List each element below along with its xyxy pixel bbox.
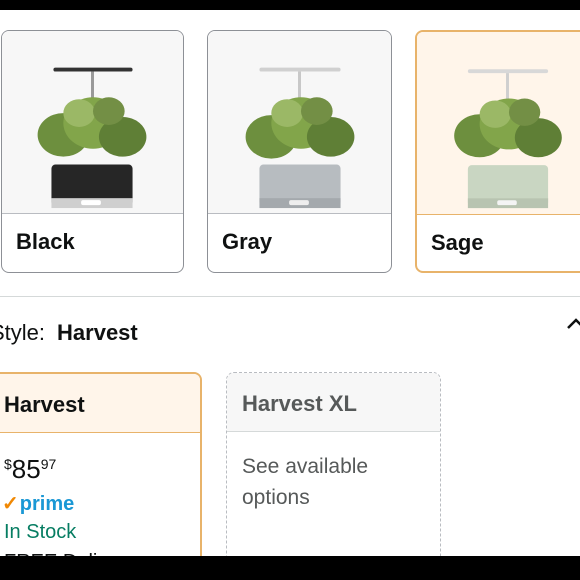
prime-label: prime [19, 493, 75, 515]
prime-badge: ✓prime [2, 491, 74, 516]
price-whole: 85 [11, 454, 41, 484]
swatch-label-gray: Gray [222, 229, 273, 254]
planter-gray-icon [245, 67, 355, 209]
style-selection-row: Style: Harvest [0, 320, 138, 346]
chevron-up-icon[interactable] [566, 314, 580, 334]
option-title: Harvest XL [242, 391, 357, 416]
style-key: Style: [0, 320, 46, 345]
price-fraction: 97 [40, 456, 57, 472]
swatch-black[interactable]: Black [1, 30, 184, 273]
swatch-sage[interactable]: Sage [415, 30, 580, 273]
swatch-label-sage: Sage [431, 230, 484, 255]
swatch-gray[interactable]: Gray [207, 30, 392, 273]
style-value: Harvest [57, 320, 138, 345]
price-symbol: $ [4, 456, 12, 472]
planter-sage-icon [454, 69, 562, 209]
planter-black-icon [37, 67, 147, 209]
price: $8597 [4, 454, 56, 485]
swatch-divider [2, 213, 183, 214]
swatch-divider [417, 214, 580, 215]
style-option-harvest-xl[interactable]: Harvest XL See available options [226, 372, 441, 572]
swatch-label-black: Black [16, 229, 75, 254]
swatch-image [208, 31, 391, 213]
stock-status: In Stock [4, 521, 77, 543]
swatch-divider [208, 213, 391, 214]
swatch-image [417, 32, 580, 214]
option-title: Harvest [4, 392, 85, 417]
section-divider [0, 296, 580, 297]
availability-text[interactable]: See available options [242, 451, 432, 513]
bottom-black-bar [0, 556, 580, 580]
prime-check-icon: ✓ [2, 493, 19, 515]
swatch-image [2, 31, 183, 213]
style-option-harvest[interactable]: Harvest $8597 ✓prime In Stock FREE Deli [0, 372, 202, 572]
top-black-bar [0, 0, 580, 10]
